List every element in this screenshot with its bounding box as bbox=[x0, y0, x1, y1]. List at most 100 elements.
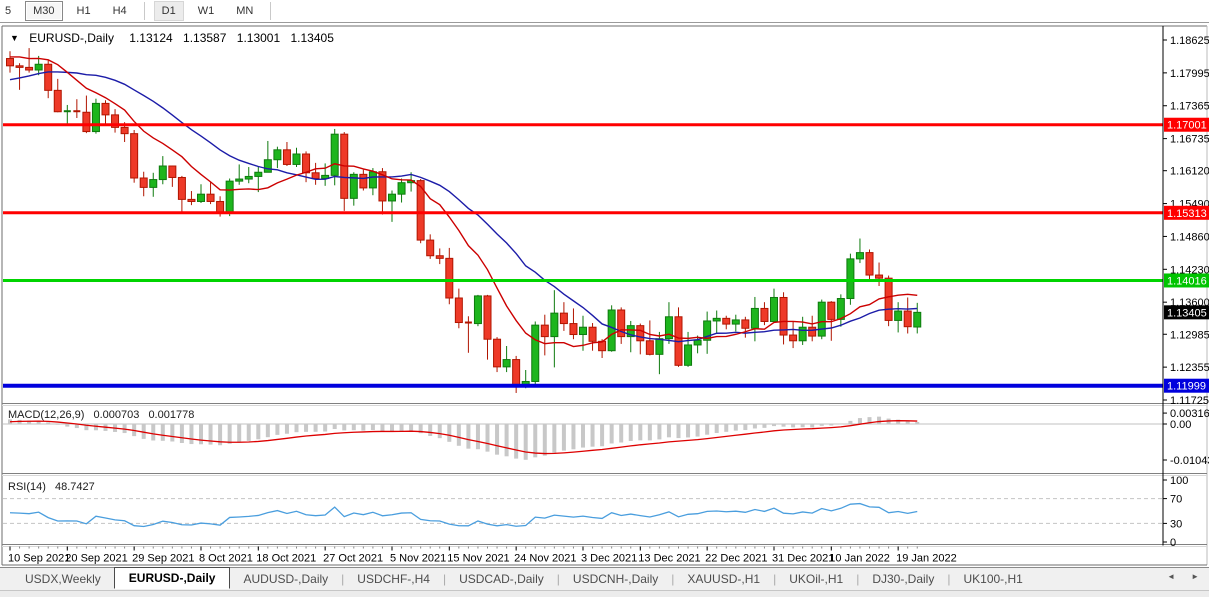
macd-bar bbox=[342, 424, 346, 430]
candle-body bbox=[389, 194, 396, 201]
tab-uk100-h1[interactable]: UK100-,H1 bbox=[950, 569, 1035, 589]
tab-xauusd-h1[interactable]: XAUUSD-,H1 bbox=[674, 569, 773, 589]
tab-usdchf-h4[interactable]: USDCHF-,H4 bbox=[344, 569, 443, 589]
timeframe-button-5[interactable]: 5 bbox=[0, 1, 19, 21]
chart-background[interactable] bbox=[0, 25, 1209, 566]
macd-bar bbox=[161, 424, 165, 441]
candle-body bbox=[837, 299, 844, 320]
price-chart[interactable]: 1.186251.179951.173651.167351.161201.154… bbox=[0, 25, 1209, 566]
tab-eurusd-daily[interactable]: EURUSD-,Daily bbox=[114, 567, 231, 589]
candle-body bbox=[312, 173, 319, 179]
timeframe-button-d1[interactable]: D1 bbox=[154, 1, 184, 21]
ohlc-high-value: 1.13587 bbox=[183, 31, 226, 45]
candle-body bbox=[245, 176, 252, 179]
macd-bar bbox=[724, 424, 728, 432]
candle-body bbox=[45, 64, 52, 90]
candle-body bbox=[713, 318, 720, 321]
timeframe-button-w1[interactable]: W1 bbox=[190, 1, 223, 21]
macd-bar bbox=[753, 424, 757, 428]
toolbar-separator bbox=[270, 2, 271, 20]
candle-body bbox=[102, 103, 109, 114]
tab-dj30-daily[interactable]: DJ30-,Daily bbox=[859, 569, 947, 589]
candle-body bbox=[255, 172, 262, 176]
candle-body bbox=[694, 340, 701, 345]
candle-body bbox=[217, 201, 224, 212]
candle-body bbox=[570, 324, 577, 335]
tab-usdx-weekly[interactable]: USDX,Weekly bbox=[12, 569, 114, 589]
candle-body bbox=[264, 160, 271, 173]
candle-body bbox=[54, 90, 61, 111]
rsi-axis-label: 100 bbox=[1170, 475, 1188, 487]
timeframe-button-h4[interactable]: H4 bbox=[105, 1, 135, 21]
candle-body bbox=[207, 194, 214, 201]
rsi-indicator-label: RSI(14) 48.7427 bbox=[8, 481, 101, 493]
tab-usdcnh-daily[interactable]: USDCNH-,Daily bbox=[560, 569, 671, 589]
macd-bar bbox=[199, 424, 203, 444]
candle-body bbox=[427, 240, 434, 256]
candle-body bbox=[169, 166, 176, 177]
date-axis-label: 15 Nov 2021 bbox=[447, 553, 509, 565]
hline-price-tag: 1.17001 bbox=[1167, 120, 1207, 132]
date-axis-label: 24 Nov 2021 bbox=[514, 553, 576, 565]
chart-header: ▼ EURUSD-,Daily 1.13124 1.13587 1.13001 … bbox=[10, 31, 341, 45]
candle-body bbox=[455, 298, 462, 323]
macd-bar bbox=[275, 424, 279, 435]
candle-body bbox=[646, 341, 653, 355]
candle-body bbox=[856, 253, 863, 259]
macd-bar bbox=[915, 422, 919, 424]
macd-bar bbox=[877, 417, 881, 424]
macd-bar bbox=[906, 421, 910, 424]
macd-bar bbox=[705, 424, 709, 435]
chart-dropdown-icon[interactable]: ▼ bbox=[10, 33, 19, 43]
macd-bar bbox=[667, 424, 671, 437]
candle-body bbox=[914, 312, 921, 327]
candle-body bbox=[876, 275, 883, 278]
date-axis-label: 5 Nov 2021 bbox=[390, 553, 446, 565]
timeframe-button-h1[interactable]: H1 bbox=[69, 1, 99, 21]
macd-bar bbox=[562, 424, 566, 451]
candle-body bbox=[293, 154, 300, 164]
tab-usdcad-daily[interactable]: USDCAD-,Daily bbox=[446, 569, 557, 589]
macd-bar bbox=[428, 424, 432, 436]
rsi-axis-label: 0 bbox=[1170, 537, 1176, 549]
timeframe-button-mn[interactable]: MN bbox=[228, 1, 261, 21]
macd-bar bbox=[858, 418, 862, 424]
macd-bar bbox=[839, 424, 843, 425]
rsi-title: RSI(14) bbox=[8, 481, 46, 493]
chart-window: 1.186251.179951.173651.167351.161201.154… bbox=[0, 25, 1209, 566]
macd-bar bbox=[524, 424, 528, 460]
chart-symbol-label: EURUSD-,Daily bbox=[29, 31, 114, 45]
candle-body bbox=[398, 183, 405, 194]
macd-bar bbox=[94, 424, 98, 430]
macd-bar bbox=[304, 424, 308, 432]
timeframe-button-m30[interactable]: M30 bbox=[25, 1, 62, 21]
macd-bar bbox=[648, 424, 652, 440]
price-axis-label: 1.16120 bbox=[1170, 166, 1209, 178]
tab-ukoil-h1[interactable]: UKOil-,H1 bbox=[776, 569, 856, 589]
candle-body bbox=[494, 339, 501, 367]
macd-bar bbox=[810, 424, 814, 427]
candle-body bbox=[799, 327, 806, 341]
candle-body bbox=[159, 166, 166, 180]
candle-body bbox=[331, 134, 338, 175]
macd-bar bbox=[686, 424, 690, 437]
candle-body bbox=[446, 258, 453, 298]
candle-body bbox=[847, 259, 854, 299]
macd-bar bbox=[237, 424, 241, 442]
macd-axis-label: -0.010431 bbox=[1170, 455, 1209, 467]
candle-body bbox=[742, 320, 749, 328]
tab-audusd-daily[interactable]: AUDUSD-,Daily bbox=[230, 569, 341, 589]
candle-body bbox=[828, 302, 835, 319]
date-axis-label: 10 Jan 2022 bbox=[829, 553, 890, 565]
date-axis-label: 3 Dec 2021 bbox=[581, 553, 637, 565]
macd-bar bbox=[791, 424, 795, 427]
candle-body bbox=[436, 256, 443, 259]
candle-body bbox=[226, 181, 233, 213]
candle-body bbox=[92, 103, 99, 131]
macd-bar bbox=[247, 424, 251, 441]
macd-bar bbox=[638, 424, 642, 440]
tabs-scroll-left-icon[interactable]: ◄ bbox=[1167, 572, 1175, 581]
price-axis-label: 1.16735 bbox=[1170, 134, 1209, 146]
tabs-scroll-right-icon[interactable]: ► bbox=[1191, 572, 1199, 581]
macd-bar bbox=[65, 424, 69, 427]
